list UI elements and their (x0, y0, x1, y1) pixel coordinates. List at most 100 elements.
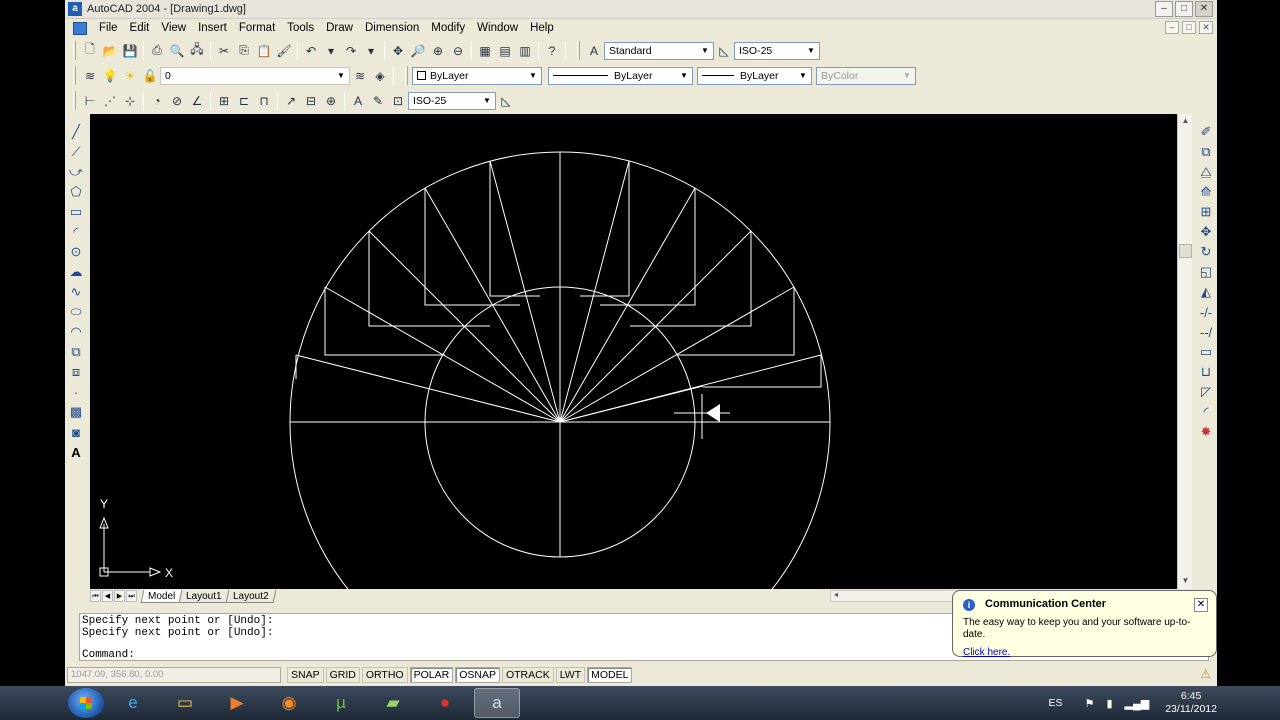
properties-icon[interactable]: ▦ (476, 42, 494, 60)
dim-style-icon[interactable]: ◺ (715, 42, 733, 60)
array-icon[interactable]: ⊞ (1197, 203, 1215, 221)
lwt-toggle[interactable]: LWT (555, 667, 586, 683)
recorder-app-icon[interactable]: ● (422, 688, 468, 718)
menu-window[interactable]: Window (471, 19, 524, 38)
close-button[interactable]: ✕ (1195, 1, 1213, 17)
polar-toggle[interactable]: POLAR (409, 667, 454, 683)
pan-realtime-icon[interactable]: ✥ (389, 42, 407, 60)
break-icon[interactable]: ▭ (1197, 343, 1215, 361)
layer-lock-icon[interactable]: 🔓 (141, 67, 159, 85)
file-explorer-icon[interactable]: ▭ (162, 688, 208, 718)
communication-center-balloon[interactable]: i Communication Center ✕ The easy way to… (952, 590, 1217, 658)
linear-dimension-icon[interactable]: ⊢ (81, 92, 99, 110)
media-player-icon[interactable]: ▶ (214, 688, 260, 718)
doc-restore-button[interactable]: □ (1182, 21, 1196, 34)
polyline-icon[interactable]: ⤻ (67, 163, 85, 181)
text-style-select[interactable]: Standard ▼ (604, 41, 714, 60)
new-file-icon[interactable]: 🗋 (81, 42, 99, 60)
open-folder-icon[interactable]: 📂 (101, 42, 119, 60)
utorrent-icon[interactable]: µ (318, 688, 364, 718)
chamfer-icon[interactable]: ◸ (1197, 383, 1215, 401)
radius-dimension-icon[interactable]: ◔ (148, 92, 166, 110)
language-indicator[interactable]: ES (1049, 697, 1063, 709)
scale-icon[interactable]: ◱ (1197, 263, 1215, 281)
aligned-dimension-icon[interactable]: ⋰ (101, 92, 119, 110)
vertical-scrollbar[interactable]: ▲ ▼ (1177, 114, 1192, 589)
menu-tools[interactable]: Tools (281, 19, 320, 38)
publish-icon[interactable]: 🖧 (188, 42, 206, 60)
balloon-close-icon[interactable]: ✕ (1194, 598, 1208, 612)
battery-icon[interactable]: ▮ (1106, 697, 1112, 710)
multiline-text-icon[interactable]: A (67, 443, 85, 461)
zoom-window-icon[interactable]: ⊕ (429, 42, 447, 60)
firefox-icon[interactable]: ◉ (266, 688, 312, 718)
next-tab-icon[interactable]: ▶ (114, 590, 125, 602)
text-style-icon[interactable]: A (585, 42, 603, 60)
move-icon[interactable]: ✥ (1197, 223, 1215, 241)
stretch-icon[interactable]: ◭ (1197, 283, 1215, 301)
quick-leader-icon[interactable]: ↗ (282, 92, 300, 110)
snap-toggle[interactable]: SNAP (287, 667, 324, 683)
tolerance-icon[interactable]: ⊟ (302, 92, 320, 110)
toolbar-grip[interactable] (405, 66, 408, 85)
ellipse-icon[interactable]: ⬭ (67, 303, 85, 321)
explode-icon[interactable]: ✸ (1197, 423, 1215, 441)
previous-tab-icon[interactable]: ◀ (102, 590, 113, 602)
linetype-select[interactable]: ByLayer ▼ (548, 66, 693, 85)
join-icon[interactable]: ⊔ (1197, 363, 1215, 381)
menu-modify[interactable]: Modify (425, 19, 471, 38)
copy-icon[interactable]: ⎘ (235, 42, 253, 60)
center-mark-icon[interactable]: ⊕ (322, 92, 340, 110)
document-icon[interactable] (73, 22, 87, 35)
otrack-toggle[interactable]: OTRACK (501, 667, 554, 683)
menu-help[interactable]: Help (524, 19, 560, 38)
trim-icon[interactable]: -/- (1197, 303, 1215, 321)
quick-dimension-icon[interactable]: ⊞ (215, 92, 233, 110)
toolbar-grip[interactable] (73, 66, 76, 85)
redo-icon[interactable]: ↷ (342, 42, 360, 60)
maximize-button[interactable]: □ (1175, 1, 1193, 17)
zoom-realtime-icon[interactable]: 🔎 (409, 42, 427, 60)
extend-icon[interactable]: --/ (1197, 323, 1215, 341)
redo-dropdown-icon[interactable]: ▾ (362, 42, 380, 60)
rectangle-icon[interactable]: ▭ (67, 203, 85, 221)
scroll-up-icon[interactable]: ▲ (1180, 116, 1191, 127)
spline-icon[interactable]: ∿ (67, 283, 85, 301)
offset-icon[interactable]: ⟰ (1197, 183, 1215, 201)
line-icon[interactable]: ╱ (67, 123, 85, 141)
toolbar-grip[interactable] (577, 41, 580, 60)
command-prompt[interactable]: Command: (82, 650, 135, 661)
mirror-icon[interactable]: ⧋ (1197, 163, 1215, 181)
print-icon[interactable]: ⎙ (148, 42, 166, 60)
dimension-update-icon[interactable]: ⊡ (389, 92, 407, 110)
toolbar-grip[interactable] (73, 41, 76, 60)
drawing-area[interactable]: X Y (90, 114, 1177, 589)
diameter-dimension-icon[interactable]: ⊘ (168, 92, 186, 110)
rotate-icon[interactable]: ↻ (1197, 243, 1215, 261)
menu-view[interactable]: View (155, 19, 192, 38)
construction-line-icon[interactable]: ⟋ (67, 143, 85, 161)
doc-minimize-button[interactable]: – (1165, 21, 1179, 34)
ordinate-dimension-icon[interactable]: ⊹ (121, 92, 139, 110)
menu-format[interactable]: Format (233, 19, 281, 38)
circle-icon[interactable]: ⊙ (67, 243, 85, 261)
make-block-icon[interactable]: ⧈ (67, 363, 85, 381)
revision-cloud-icon[interactable]: ☁ (67, 263, 85, 281)
menu-insert[interactable]: Insert (192, 19, 233, 38)
layer-freeze-icon[interactable]: ☀ (121, 67, 139, 85)
dim-style-select[interactable]: ISO-25 ▼ (734, 41, 820, 60)
baseline-dimension-icon[interactable]: ⊏ (235, 92, 253, 110)
lineweight-select[interactable]: ByLayer ▼ (697, 66, 812, 85)
grid-toggle[interactable]: GRID (325, 667, 360, 683)
toolbar-grip[interactable] (73, 91, 76, 110)
menu-draw[interactable]: Draw (320, 19, 359, 38)
menu-dimension[interactable]: Dimension (359, 19, 425, 38)
print-preview-icon[interactable]: 🔍 (168, 42, 186, 60)
insert-block-icon[interactable]: ⧉ (67, 343, 85, 361)
layer-select[interactable]: 0 ▼ (160, 66, 350, 85)
dimension-style-select[interactable]: ISO-25 ▼ (408, 91, 496, 110)
minimize-button[interactable]: – (1155, 1, 1173, 17)
fillet-icon[interactable]: ◜ (1197, 403, 1215, 421)
dimension-style-icon[interactable]: ◺ (497, 92, 515, 110)
copy-object-icon[interactable]: ⧉ (1197, 143, 1215, 161)
